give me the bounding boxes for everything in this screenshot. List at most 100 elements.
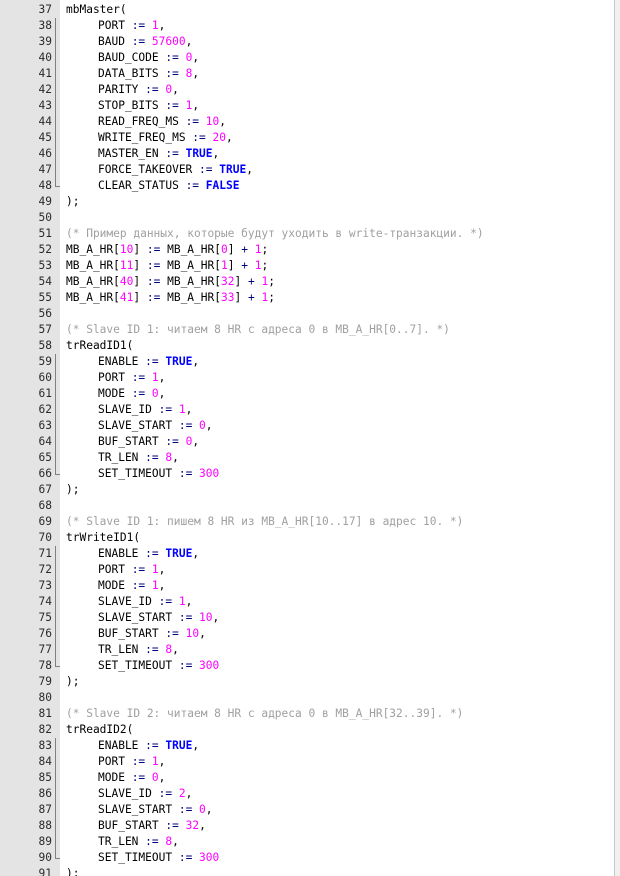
code-line[interactable]: 87 SLAVE_START := 0, [0,802,615,818]
punctuation: , [172,83,179,96]
code-line[interactable]: 66 SET_TIMEOUT := 300 [0,466,615,482]
identifier: MB_A_HR [66,275,114,288]
operator: := [172,611,200,624]
code-line[interactable]: 61 MODE := 0, [0,386,615,402]
identifier: PORT [98,563,125,576]
code-line[interactable]: 45 WRITE_FREQ_MS := 20, [0,130,615,146]
code-line[interactable]: 74 SLAVE_ID := 1, [0,594,615,610]
identifier: trWriteID1 [66,531,134,544]
code-line[interactable]: 39 BAUD := 57600, [0,34,615,50]
punctuation: ( [133,531,141,544]
code-line[interactable]: 37 mbMaster( [0,2,615,18]
code-line[interactable]: 91); [0,866,615,876]
punctuation: , [192,435,200,448]
code-text: SLAVE_ID := 1, [98,402,192,418]
punctuation: , [158,387,166,400]
line-number: 83 [0,738,52,754]
identifier: READ_FREQ_MS [98,115,179,128]
code-line[interactable]: 40 BAUD_CODE := 0, [0,50,615,66]
code-line[interactable]: 71 ENABLE := TRUE, [0,546,615,562]
code-line[interactable]: 79); [0,674,615,690]
code-line[interactable]: 89 TR_LEN := 8, [0,834,615,850]
operator: := [124,19,152,32]
code-text: PORT := 1, [98,18,165,34]
code-text: SLAVE_START := 10, [98,610,219,626]
code-line[interactable]: 50 [0,210,615,226]
line-number: 39 [0,34,52,50]
operator: := [158,435,186,448]
code-line[interactable]: 49); [0,194,615,210]
identifier: ENABLE [98,739,139,752]
code-text: PORT := 1, [98,754,165,770]
fold-end-marker [55,186,60,187]
code-line[interactable]: 55 MB_A_HR[41] := MB_A_HR[33] + 1; [0,290,615,306]
code-line[interactable]: 72 PORT := 1, [0,562,615,578]
punctuation: , [192,67,200,80]
operator: := [172,419,200,432]
number-literal: 33 [221,291,235,304]
identifier: SET_TIMEOUT [98,851,173,864]
code-line[interactable]: 84 PORT := 1, [0,754,615,770]
code-line[interactable]: 59 ENABLE := TRUE, [0,354,615,370]
code-text: BUF_START := 10, [98,626,206,642]
code-line[interactable]: 67); [0,482,615,498]
code-line[interactable]: 83 ENABLE := TRUE, [0,738,615,754]
code-line[interactable]: 46 MASTER_EN := TRUE, [0,146,615,162]
code-line[interactable]: 56 [0,306,615,322]
code-line[interactable]: 69 (* Slave ID 1: пишем 8 HR из MB_A_HR[1… [0,514,615,530]
code-line[interactable]: 52 MB_A_HR[10] := MB_A_HR[0] + 1; [0,242,615,258]
line-number: 69 [0,514,52,530]
code-line[interactable]: 86 SLAVE_ID := 2, [0,786,615,802]
code-line[interactable]: 78 SET_TIMEOUT := 300 [0,658,615,674]
code-line[interactable]: 80 [0,690,615,706]
code-line[interactable]: 75 SLAVE_START := 10, [0,610,615,626]
line-number: 62 [0,402,52,418]
code-line[interactable]: 53 MB_A_HR[11] := MB_A_HR[1] + 1; [0,258,615,274]
code-text: WRITE_FREQ_MS := 20, [98,130,233,146]
code-text: ENABLE := TRUE, [98,546,199,562]
code-line[interactable]: 77 TR_LEN := 8, [0,642,615,658]
operator: := [192,163,220,176]
code-text: MB_A_HR[41] := MB_A_HR[33] + 1; [66,290,275,306]
code-line[interactable]: 44 READ_FREQ_MS := 10, [0,114,615,130]
code-line[interactable]: 82 trReadID2( [0,722,615,738]
line-number: 67 [0,482,52,498]
line-number: 37 [0,2,52,18]
code-line[interactable]: 68 [0,498,615,514]
punctuation: [ [113,275,120,288]
code-line[interactable]: 60 PORT := 1, [0,370,615,386]
number-literal: 20 [212,131,226,144]
punctuation: ; [268,291,275,304]
operator: := [124,579,152,592]
code-editor[interactable]: 37 mbMaster(38 PORT := 1, 39 BAUD := 57600, 4… [0,0,620,876]
code-line[interactable]: 88 BUF_START := 32, [0,818,615,834]
code-line[interactable]: 65 TR_LEN := 8, [0,450,615,466]
code-line[interactable]: 54 MB_A_HR[40] := MB_A_HR[32] + 1; [0,274,615,290]
identifier: SLAVE_ID [98,595,152,608]
code-line[interactable]: 73 MODE := 1, [0,578,615,594]
code-text: MB_A_HR[10] := MB_A_HR[0] + 1; [66,242,268,258]
code-line[interactable]: 42 PARITY := 0, [0,82,615,98]
number-literal: 1 [178,595,186,608]
code-line[interactable]: 63 SLAVE_START := 0, [0,418,615,434]
code-line[interactable]: 76 BUF_START := 10, [0,626,615,642]
punctuation: , [172,835,179,848]
code-line[interactable]: 43 STOP_BITS := 1, [0,98,615,114]
operator: := [124,387,152,400]
code-line[interactable]: 90 SET_TIMEOUT := 300 [0,850,615,866]
operator: := [178,115,206,128]
code-line[interactable]: 51 (* Пример данных, которые будут уходит… [0,226,615,242]
code-line[interactable]: 38 PORT := 1, [0,18,615,34]
operator: := [178,179,206,192]
code-line[interactable]: 62 SLAVE_ID := 1, [0,402,615,418]
code-line[interactable]: 57 (* Slave ID 1: читаем 8 HR с адреса 0 … [0,322,615,338]
code-line[interactable]: 85 MODE := 0, [0,770,615,786]
code-text: trReadID1( [66,338,133,354]
code-line[interactable]: 81 (* Slave ID 2: читаем 8 HR с адреса 0 … [0,706,615,722]
code-line[interactable]: 47 FORCE_TAKEOVER := TRUE, [0,162,615,178]
code-line[interactable]: 41 DATA_BITS := 8, [0,66,615,82]
code-line[interactable]: 64 BUF_START := 0, [0,434,615,450]
code-line[interactable]: 58 trReadID1( [0,338,615,354]
code-line[interactable]: 70 trWriteID1( [0,530,615,546]
code-line[interactable]: 48 CLEAR_STATUS := FALSE [0,178,615,194]
